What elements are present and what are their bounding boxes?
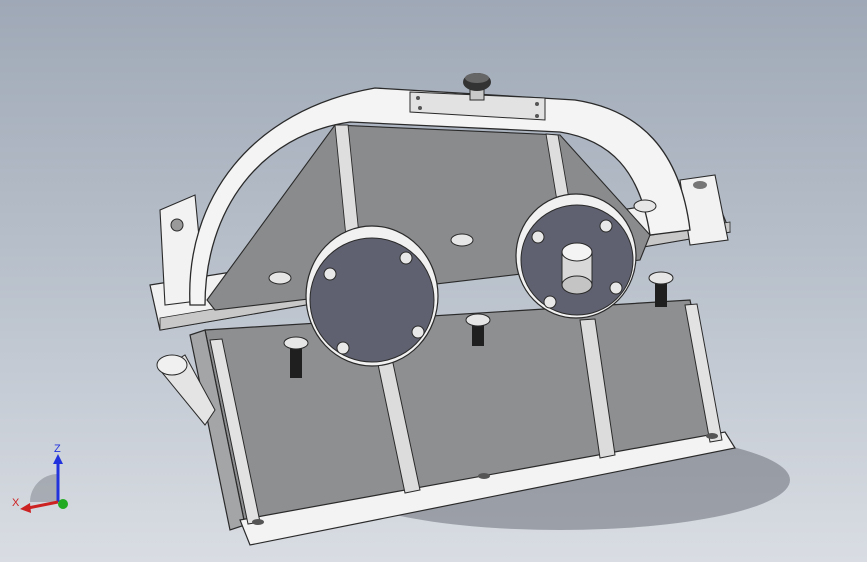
triad-background-arc — [30, 474, 58, 502]
y-axis-dot — [58, 499, 68, 509]
coordinate-triad: Z X — [12, 443, 68, 513]
plate-screw — [535, 114, 539, 118]
lug-hole — [170, 218, 184, 232]
cap-bolt — [609, 281, 623, 295]
plate-screw — [418, 106, 422, 110]
x-axis-label: X — [12, 497, 20, 509]
base-hole — [252, 519, 264, 525]
base-hole — [706, 433, 718, 439]
x-axis-arrow — [20, 503, 31, 513]
z-axis-label: Z — [54, 443, 61, 455]
gear-reducer-model[interactable] — [0, 0, 867, 562]
cap-bolt — [411, 325, 425, 339]
cap-bolt — [336, 341, 350, 355]
cap-bolt — [531, 230, 545, 244]
graphics-viewport[interactable]: Z X — [0, 0, 867, 562]
output-shaft[interactable] — [561, 242, 593, 295]
bearing-cap-right[interactable] — [515, 193, 637, 319]
plate-screw — [416, 96, 420, 100]
cap-bolt — [399, 251, 413, 265]
breather-knob-top — [465, 73, 489, 83]
cap-bolt — [323, 267, 337, 281]
pipe-end — [156, 354, 188, 376]
x-axis-line — [27, 500, 59, 510]
ear-hole — [693, 181, 707, 189]
cap-bolt — [543, 295, 557, 309]
z-axis-arrow — [53, 454, 63, 464]
cap-bolt — [599, 219, 613, 233]
plate-screw — [535, 102, 539, 106]
base-hole — [478, 473, 490, 479]
bearing-cap-face — [309, 237, 435, 363]
bearing-cap-left[interactable] — [305, 225, 439, 367]
